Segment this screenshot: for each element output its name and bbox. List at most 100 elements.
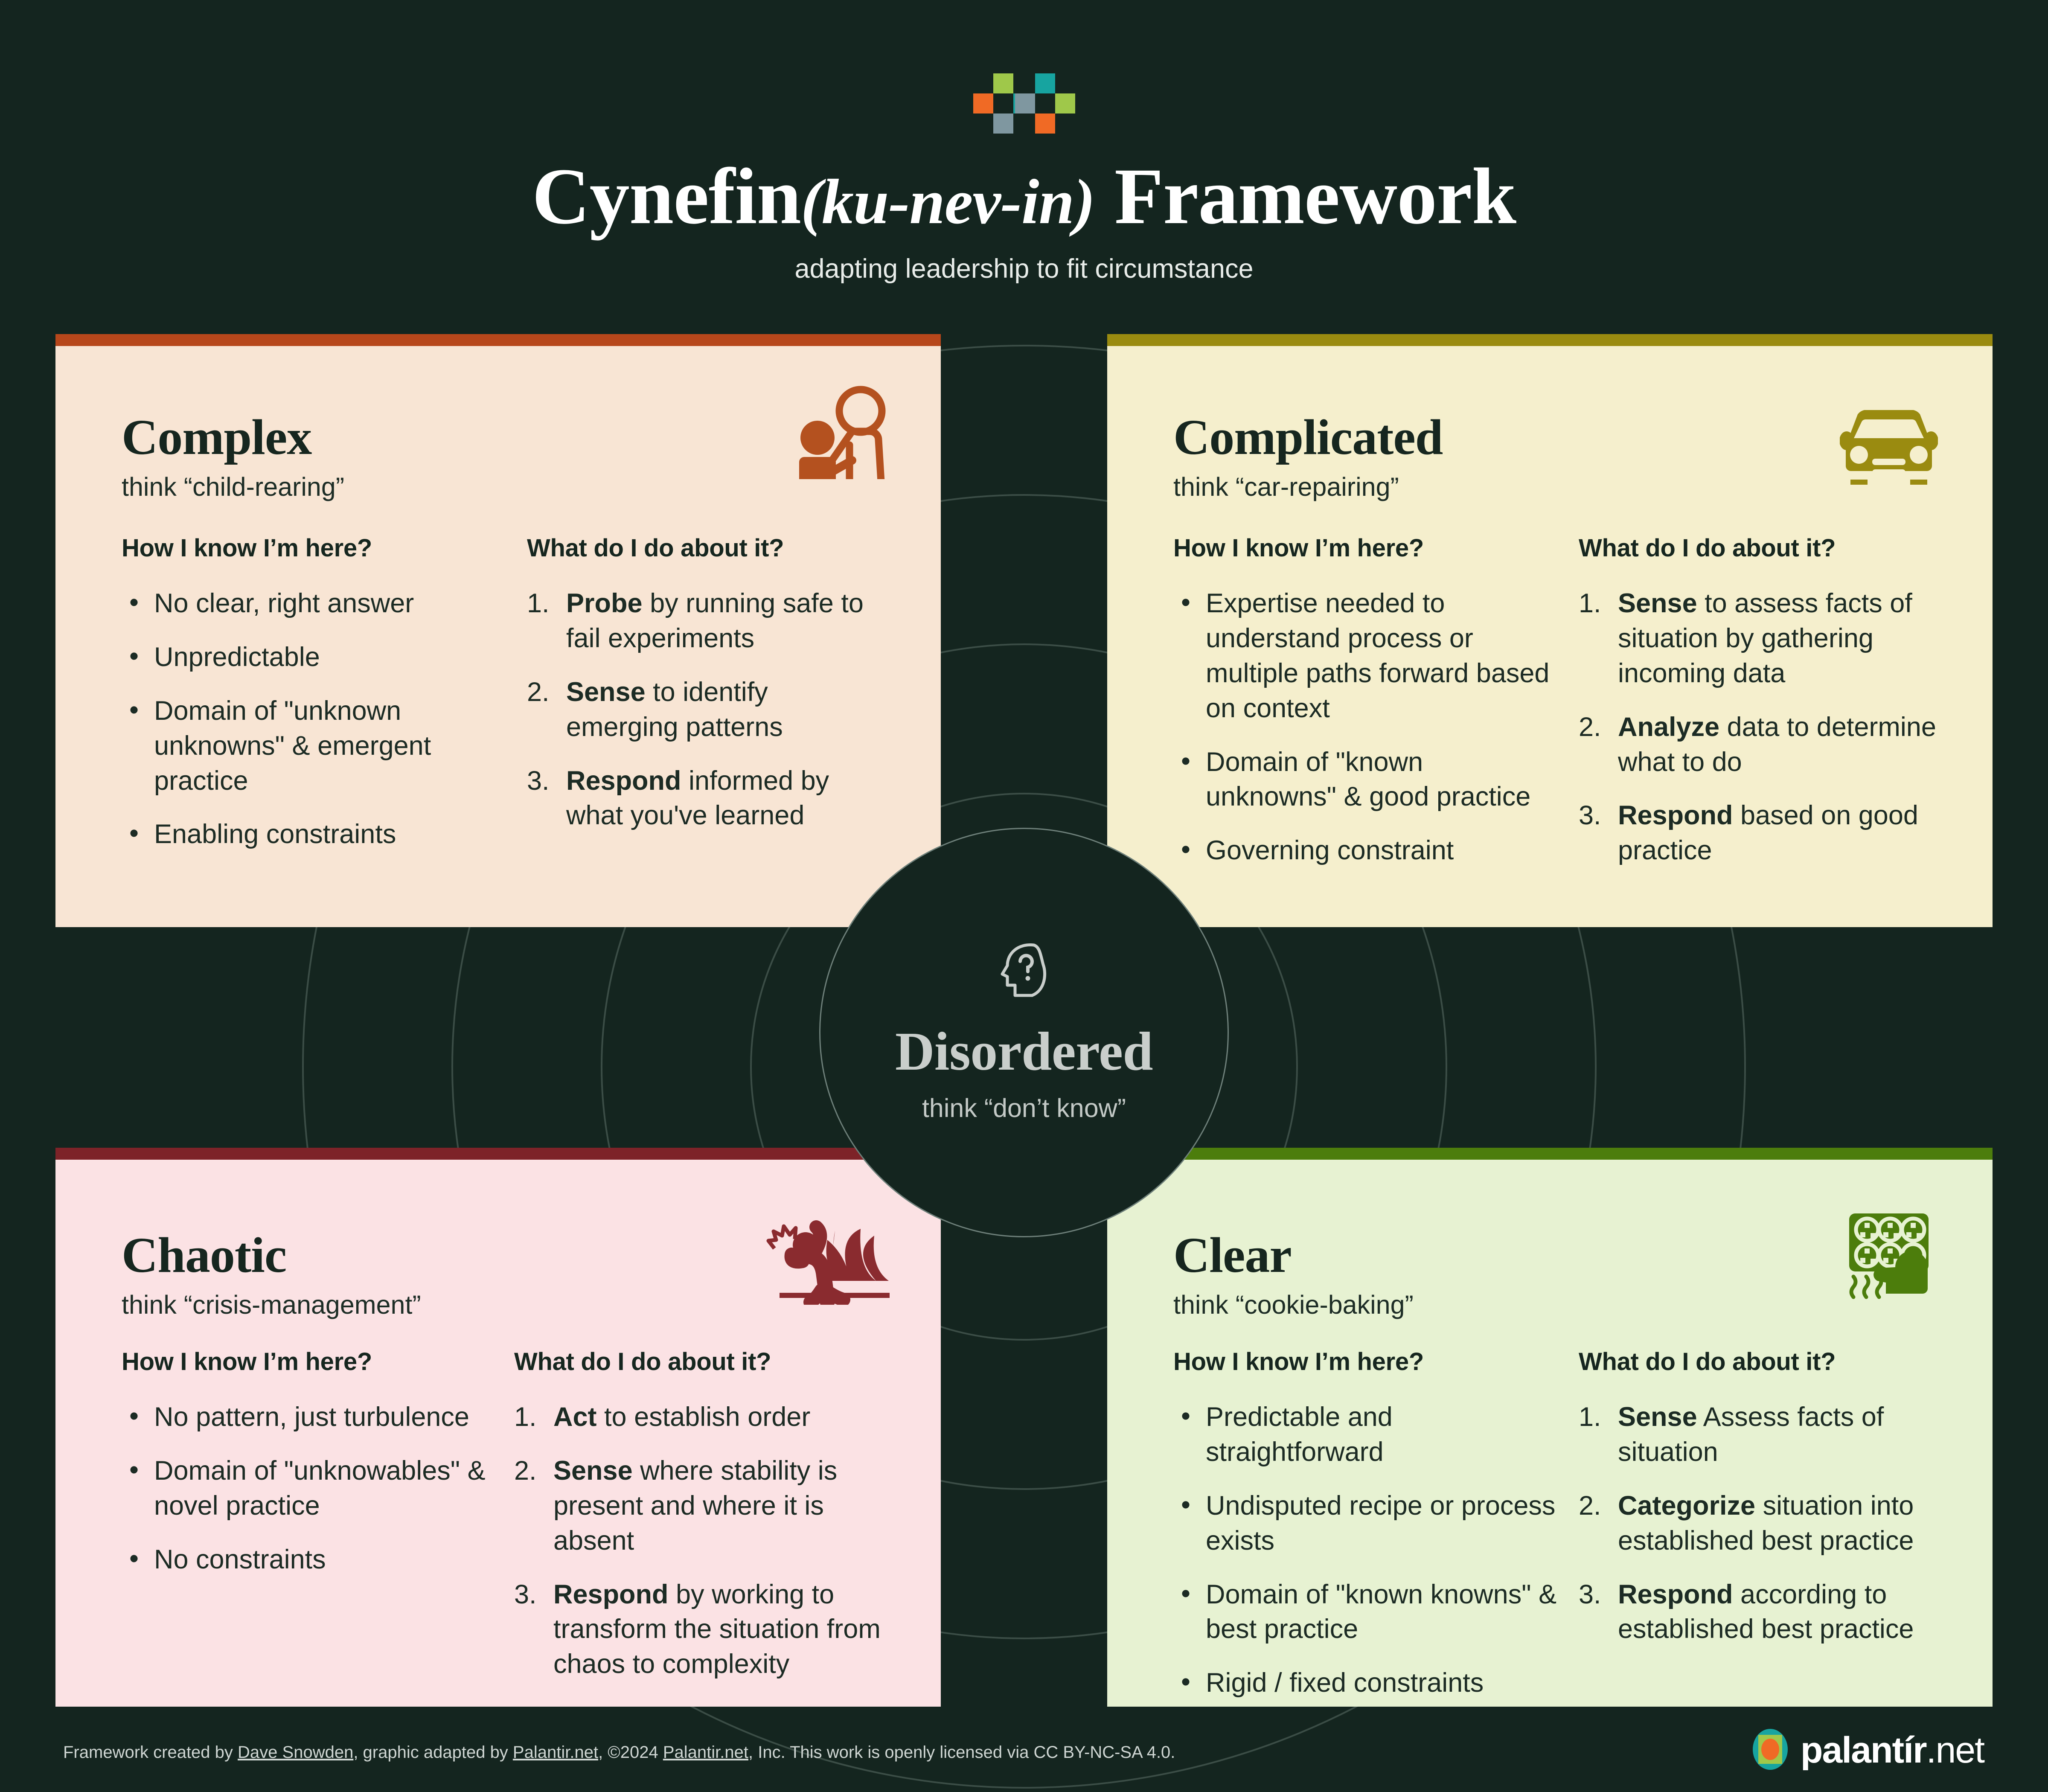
title-pronunciation: (ku-nev-in) (801, 166, 1095, 237)
card-heading-group: Chaotic think “crisis-management” (122, 1230, 421, 1320)
list-item: Respond informed by what you've learned (527, 764, 885, 834)
footer-credits: Framework created by Dave Snowden, graph… (63, 1743, 1175, 1762)
card-body: Complicated think “car-repairing” How I … (1107, 346, 1993, 927)
column-actions: What do I do about it? Sense Assess fact… (1579, 1347, 1937, 1719)
column-signals: How I know I’m here? No pattern, just tu… (122, 1347, 489, 1701)
card-columns: How I know I’m here? Expertise needed to… (1173, 534, 1937, 887)
column-heading: What do I do about it? (1579, 534, 1836, 562)
column-heading: How I know I’m here? (122, 534, 372, 562)
card-body: Complex think “child-rearing” How I know… (55, 346, 941, 927)
list-item: Unpredictable (122, 639, 497, 675)
action-lead: Sense (566, 677, 646, 707)
quadrant-title: Complex (122, 409, 312, 465)
list-item: Enabling constraints (122, 816, 497, 852)
list-item: Sense where stability is present and whe… (514, 1454, 885, 1559)
quadrant-title: Complicated (1173, 409, 1443, 465)
page-subtitle: adapting leadership to fit circumstance (794, 254, 1254, 284)
card-accent-bar (1107, 1148, 1993, 1160)
palantir-eye-logo (1752, 1729, 1788, 1772)
action-lead: Sense (1618, 1402, 1697, 1432)
action-lead: Respond (566, 765, 681, 796)
action-lead: Act (553, 1402, 597, 1432)
list-item: No clear, right answer (122, 585, 497, 621)
footer-part-4: , Inc. This work is openly licensed via … (748, 1743, 1175, 1762)
action-lead: Sense (1618, 588, 1697, 618)
logo-square-teal-2 (1035, 73, 1055, 93)
logo-square-green-1 (993, 73, 1013, 93)
list-item: Respond by working to transform the situ… (514, 1577, 885, 1682)
column-actions: What do I do about it? Act to establish … (514, 1347, 885, 1701)
quadrant-subtitle: think “car-repairing” (1173, 472, 1399, 501)
car-icon (1839, 410, 1938, 487)
page-header: Cynefin(ku-nev-in) Framework adapting le… (0, 0, 2048, 284)
list-item: Predictable and straightforward (1173, 1399, 1557, 1470)
center-title: Disordered (895, 1021, 1153, 1082)
column-heading: How I know I’m here? (122, 1348, 372, 1376)
quadrant-subtitle: think “cookie-baking” (1173, 1290, 1414, 1319)
quadrant-card-clear[interactable]: Clear think “cookie-baking” How I know I… (1107, 1148, 1993, 1707)
card-accent-bar (55, 1148, 941, 1160)
person-fleeing-fire-icon (762, 1211, 890, 1309)
palantir-brand[interactable]: palantír.net (1752, 1729, 1985, 1772)
list-item: Rigid / fixed constraints (1173, 1665, 1557, 1701)
logo-square-slate-1 (993, 113, 1013, 134)
head-question-mark-icon (1001, 943, 1047, 1000)
card-columns: How I know I’m here? Predictable and str… (1173, 1347, 1937, 1719)
footer-part-3: , ©2024 (598, 1743, 663, 1762)
list-item: Domain of "unknown unknowns" & emergent … (122, 693, 497, 799)
palantir-squares-logo (971, 73, 1077, 134)
quadrant-card-chaotic[interactable]: Chaotic think “crisis-management” How I … (55, 1148, 941, 1707)
action-lead: Sense (553, 1455, 633, 1486)
footer-link-palantir-2[interactable]: Palantir.net (663, 1743, 748, 1762)
logo-square-slate-2 (1015, 93, 1035, 113)
list-item: Respond according to established best pr… (1579, 1577, 1937, 1647)
list-item: Expertise needed to understand process o… (1173, 585, 1557, 726)
center-subtitle: think “don’t know” (922, 1093, 1126, 1123)
list-item: Categorize situation into established be… (1579, 1489, 1937, 1559)
card-heading-group: Complicated think “car-repairing” (1173, 412, 1443, 502)
actions-list: Sense to assess facts of situation by ga… (1579, 586, 1937, 868)
column-actions: What do I do about it? Sense to assess f… (1579, 534, 1937, 887)
footer-part-1: Framework created by (63, 1743, 238, 1762)
card-columns: How I know I’m here? No pattern, just tu… (122, 1347, 885, 1701)
signals-list: Expertise needed to understand process o… (1173, 585, 1557, 868)
footer-link-palantir-1[interactable]: Palantir.net (513, 1743, 598, 1762)
logo-square-orange-2 (1035, 113, 1055, 134)
column-heading: What do I do about it? (1579, 1348, 1836, 1376)
brand-wordmark: palantír.net (1800, 1729, 1985, 1772)
column-signals: How I know I’m here? Expertise needed to… (1173, 534, 1557, 887)
brand-name: palantír (1800, 1730, 1927, 1771)
actions-list: Sense Assess facts of situation Categori… (1579, 1400, 1937, 1647)
footer-link-snowden[interactable]: Dave Snowden (238, 1743, 353, 1762)
quadrant-card-complex[interactable]: Complex think “child-rearing” How I know… (55, 334, 941, 927)
disordered-center[interactable]: Disordered think “don’t know” (819, 828, 1229, 1237)
list-item: Governing constraint (1173, 832, 1557, 868)
quadrant-title: Chaotic (122, 1227, 287, 1283)
card-heading-group: Clear think “cookie-baking” (1173, 1230, 1414, 1320)
column-heading: What do I do about it? (514, 1348, 771, 1376)
logo-square-green-2 (1055, 93, 1075, 113)
list-item: Sense Assess facts of situation (1579, 1400, 1937, 1470)
list-item: Sense to assess facts of situation by ga… (1579, 586, 1937, 691)
action-lead: Probe (566, 588, 643, 618)
cookie-tray-oven-mitt-icon (1847, 1212, 1937, 1303)
list-item: No pattern, just turbulence (122, 1399, 489, 1435)
action-lead: Respond (1618, 1579, 1733, 1609)
list-item: Sense to identify emerging patterns (527, 675, 885, 745)
action-rest: to establish order (604, 1402, 811, 1432)
action-lead: Respond (553, 1579, 669, 1609)
quadrant-card-complicated[interactable]: Complicated think “car-repairing” How I … (1107, 334, 1993, 927)
card-accent-bar (1107, 334, 1993, 346)
signals-list: No clear, right answer Unpredictable Dom… (122, 585, 497, 852)
card-columns: How I know I’m here? No clear, right ans… (122, 534, 885, 871)
action-lead: Respond (1618, 800, 1733, 831)
signals-list: No pattern, just turbulence Domain of "u… (122, 1399, 489, 1577)
column-heading: What do I do about it? (527, 534, 784, 562)
list-item: Respond based on good practice (1579, 798, 1937, 868)
list-item: Domain of "unknowables" & novel practice (122, 1453, 489, 1524)
page-title: Cynefin(ku-nev-in) Framework (0, 156, 2048, 236)
list-item: Act to establish order (514, 1400, 885, 1435)
card-body: Chaotic think “crisis-management” How I … (55, 1160, 941, 1707)
actions-list: Probe by running safe to fail experiment… (527, 586, 885, 833)
list-item: Undisputed recipe or process exists (1173, 1488, 1557, 1559)
